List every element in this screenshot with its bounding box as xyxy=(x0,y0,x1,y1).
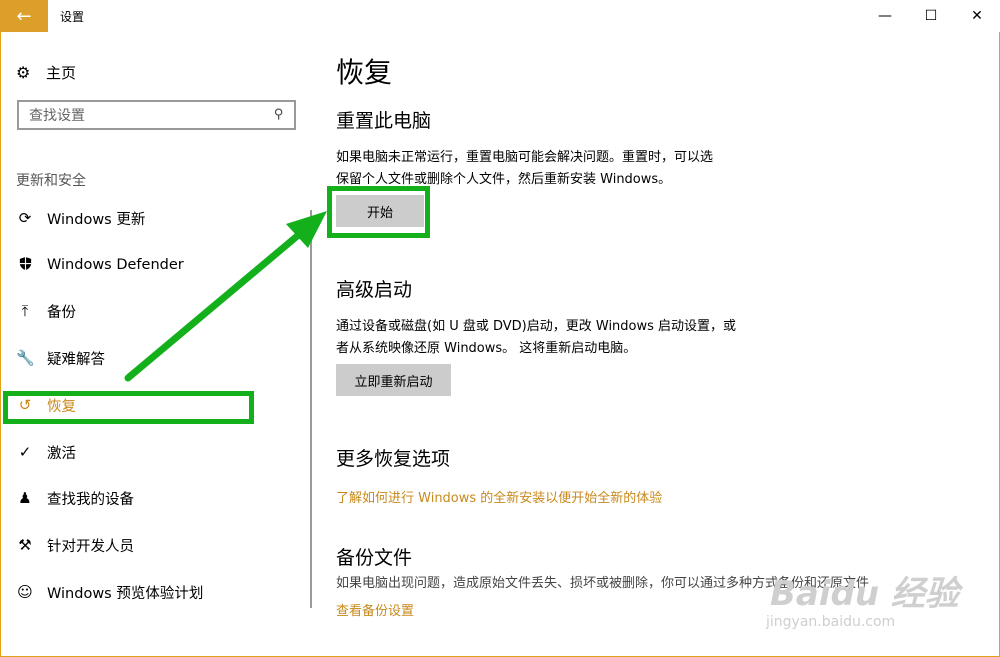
annotation-arrow xyxy=(124,211,327,382)
watermark-logo: Baidu 经验 xyxy=(770,574,959,614)
watermark-url: jingyan.baidu.com xyxy=(766,614,896,630)
